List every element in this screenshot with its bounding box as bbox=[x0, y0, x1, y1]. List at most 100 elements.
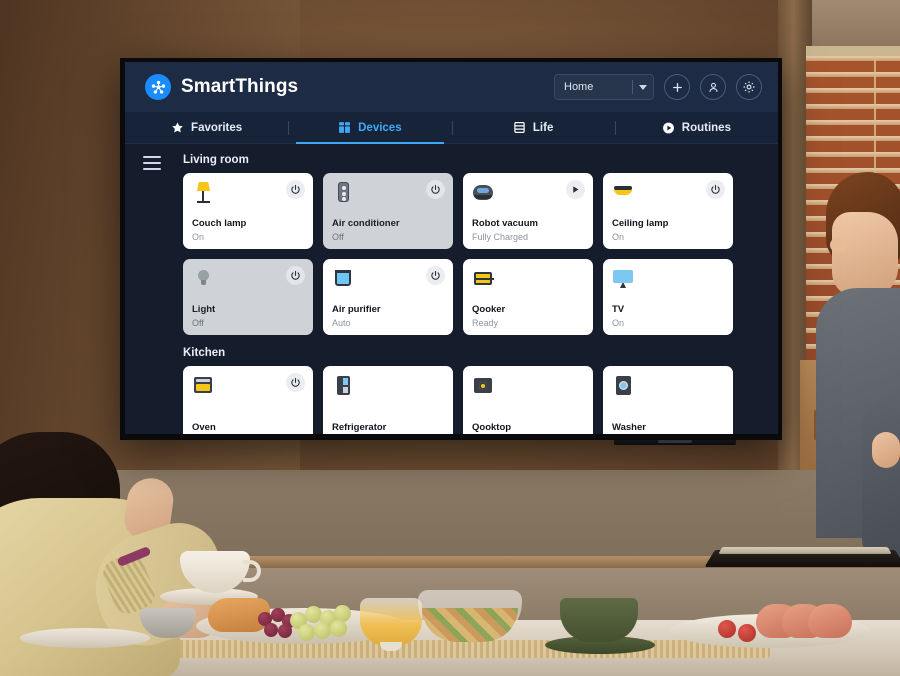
device-name: Light bbox=[192, 304, 216, 315]
device-card-header bbox=[612, 267, 724, 301]
play-button[interactable] bbox=[566, 180, 585, 199]
tab-devices-label: Devices bbox=[358, 121, 402, 134]
tomato bbox=[738, 624, 756, 642]
device-name: Ceiling lamp bbox=[612, 218, 669, 229]
device-card[interactable]: Air purifier Auto bbox=[323, 259, 453, 335]
device-card[interactable]: Qooker Ready bbox=[463, 259, 593, 335]
tab-routines-label: Routines bbox=[681, 121, 731, 134]
blind-slat bbox=[806, 56, 900, 61]
device-name: Qooktop bbox=[472, 422, 512, 433]
device-name: Refrigerator bbox=[332, 422, 387, 433]
play-circle-icon bbox=[662, 121, 675, 134]
man-face bbox=[832, 212, 898, 298]
blind-slat bbox=[806, 152, 900, 157]
device-card[interactable]: Light Off bbox=[183, 259, 313, 335]
account-button[interactable] bbox=[700, 74, 726, 100]
refrigerator-icon bbox=[332, 374, 354, 396]
room-title-kitchen: Kitchen bbox=[183, 347, 226, 359]
home-selector-divider bbox=[632, 80, 633, 94]
device-card[interactable]: Air conditioner Off bbox=[323, 173, 453, 249]
device-card[interactable]: Washer bbox=[603, 366, 733, 434]
main-tabs: Favorites Devices Life Routines bbox=[125, 112, 778, 144]
person-icon bbox=[708, 82, 718, 92]
device-grid-kitchen: Oven Refrigerator Qooktop Washer bbox=[183, 366, 778, 434]
tab-life-label: Life bbox=[532, 121, 554, 134]
device-name: Couch lamp bbox=[192, 218, 247, 229]
device-status: Off bbox=[332, 232, 344, 242]
device-status: On bbox=[612, 232, 625, 242]
grid-icon bbox=[338, 121, 351, 134]
air-purifier-icon bbox=[332, 267, 354, 289]
device-card[interactable]: Robot vacuum Fully Charged bbox=[463, 173, 593, 249]
header-actions: Home bbox=[554, 74, 762, 100]
app-header: SmartThings Home bbox=[125, 62, 778, 112]
man-hand bbox=[872, 432, 900, 468]
power-button[interactable] bbox=[286, 266, 305, 285]
device-status: Fully Charged bbox=[472, 232, 529, 242]
tv-screen: SmartThings Home Favorites Devices Life … bbox=[125, 62, 778, 434]
ceiling-lamp-icon bbox=[612, 181, 634, 203]
tomato bbox=[718, 620, 736, 638]
cooktop-icon bbox=[472, 374, 494, 396]
device-name: Washer bbox=[612, 422, 646, 433]
remote-control-icon bbox=[332, 181, 354, 203]
tab-routines[interactable]: Routines bbox=[614, 112, 778, 143]
oven-icon bbox=[192, 374, 214, 396]
settings-button[interactable] bbox=[736, 74, 762, 100]
device-status: Ready bbox=[472, 318, 499, 328]
power-button[interactable] bbox=[706, 180, 725, 199]
tab-favorites[interactable]: Favorites bbox=[125, 112, 288, 143]
device-name: Robot vacuum bbox=[472, 218, 538, 229]
man-nose bbox=[830, 238, 846, 252]
robot-vacuum-icon bbox=[472, 181, 494, 203]
device-card-header bbox=[472, 267, 584, 301]
washer-icon bbox=[612, 374, 634, 396]
power-button[interactable] bbox=[426, 266, 445, 285]
power-button[interactable] bbox=[286, 180, 305, 199]
device-card-header bbox=[612, 374, 724, 408]
plus-icon bbox=[672, 82, 682, 92]
hamburger-menu-icon[interactable] bbox=[143, 156, 161, 170]
man-arm bbox=[862, 400, 900, 560]
gear-icon bbox=[743, 81, 755, 93]
home-selector-value: Home bbox=[564, 81, 594, 93]
green-cup bbox=[560, 598, 638, 642]
star-icon bbox=[171, 121, 184, 134]
chevron-down-icon bbox=[639, 84, 647, 90]
device-name: Air conditioner bbox=[332, 218, 400, 229]
tab-devices[interactable]: Devices bbox=[288, 112, 451, 144]
device-name: TV bbox=[612, 304, 625, 315]
device-grid-living-room: Couch lamp On Air conditioner Off Robot vacu… bbox=[183, 173, 778, 335]
blind-slat bbox=[806, 104, 900, 109]
device-card-header bbox=[332, 374, 444, 408]
floor-lamp-icon bbox=[192, 181, 214, 203]
device-name: Oven bbox=[192, 422, 216, 433]
juice-glass bbox=[360, 598, 422, 646]
device-status: Off bbox=[192, 318, 204, 328]
power-button[interactable] bbox=[286, 373, 305, 392]
smartthings-logo-icon bbox=[145, 74, 171, 100]
blinds-headrail bbox=[806, 46, 900, 56]
table-runner bbox=[150, 640, 770, 658]
device-card[interactable]: Ceiling lamp On bbox=[603, 173, 733, 249]
device-card[interactable]: Oven bbox=[183, 366, 313, 434]
device-card[interactable]: Couch lamp On bbox=[183, 173, 313, 249]
device-card-header bbox=[472, 374, 584, 408]
device-card[interactable]: TV On bbox=[603, 259, 733, 335]
qooker-tap-icon bbox=[472, 267, 494, 289]
tab-life[interactable]: Life bbox=[451, 112, 615, 143]
device-card[interactable]: Qooktop bbox=[463, 366, 593, 434]
device-status: Auto bbox=[332, 318, 351, 328]
plate-left bbox=[20, 628, 150, 648]
television-icon bbox=[612, 267, 634, 289]
add-button[interactable] bbox=[664, 74, 690, 100]
brand-name: SmartThings bbox=[181, 76, 299, 97]
power-button[interactable] bbox=[426, 180, 445, 199]
home-selector[interactable]: Home bbox=[554, 74, 654, 100]
device-card[interactable]: Refrigerator bbox=[323, 366, 453, 434]
devices-content: Living room Couch lamp On Air conditioner O… bbox=[125, 144, 778, 434]
blind-slat bbox=[806, 168, 900, 173]
room-title-living-room: Living room bbox=[183, 154, 249, 166]
device-name: Qooker bbox=[472, 304, 506, 315]
brand: SmartThings bbox=[145, 74, 298, 100]
